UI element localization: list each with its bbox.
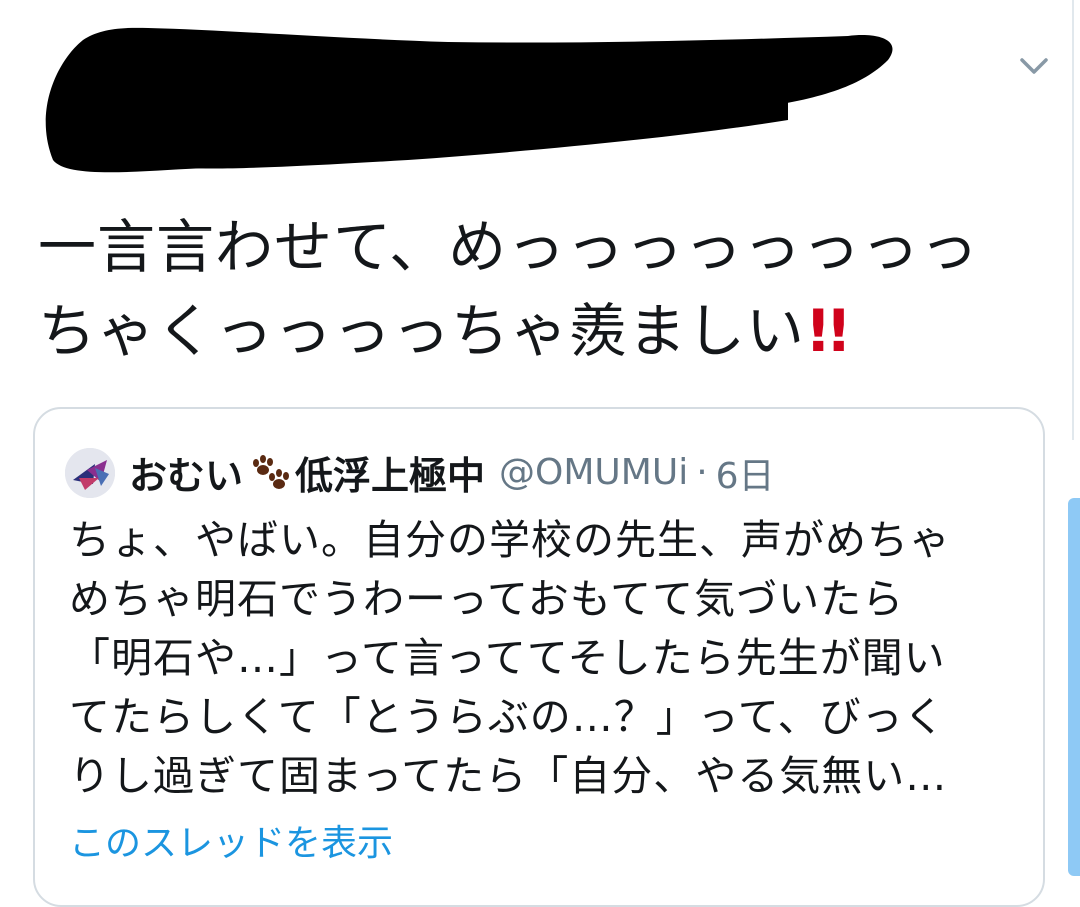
redacted-user-info: [45, 27, 893, 173]
double-exclamation-icon: !!: [805, 297, 852, 365]
paw-prints-icon: [253, 454, 290, 489]
timeline-edge: [1072, 0, 1080, 440]
scrollbar[interactable]: [1068, 498, 1080, 876]
separator-dot: ·: [696, 452, 708, 493]
quoted-timestamp[interactable]: 6日: [716, 447, 775, 499]
tweet-text: 一言言わせて、めっっっっっっっっ ちゃくっっっっちゃ羨ましい!!: [38, 205, 1048, 373]
quoted-tweet-text: ちょ、やばい。自分の学校の先生、声がめちゃ めちゃ明石でうわーっておもてて気づい…: [69, 516, 951, 800]
quoted-tweet-card[interactable]: おむい 低浮上極中 @OMUMUi · 6日 ちょ、やばい。自分の学校の先生、声…: [33, 407, 1045, 907]
chevron-down-icon[interactable]: [1014, 48, 1054, 84]
quoted-display-name[interactable]: おむい: [129, 445, 243, 500]
quoted-display-name-rest[interactable]: 低浮上極中: [295, 445, 485, 500]
avatar[interactable]: [65, 447, 115, 498]
show-thread-link[interactable]: このスレッドを表示: [69, 814, 393, 866]
quoted-tweet-header: おむい 低浮上極中 @OMUMUi · 6日: [65, 445, 775, 500]
quoted-handle[interactable]: @OMUMUi: [499, 452, 688, 493]
